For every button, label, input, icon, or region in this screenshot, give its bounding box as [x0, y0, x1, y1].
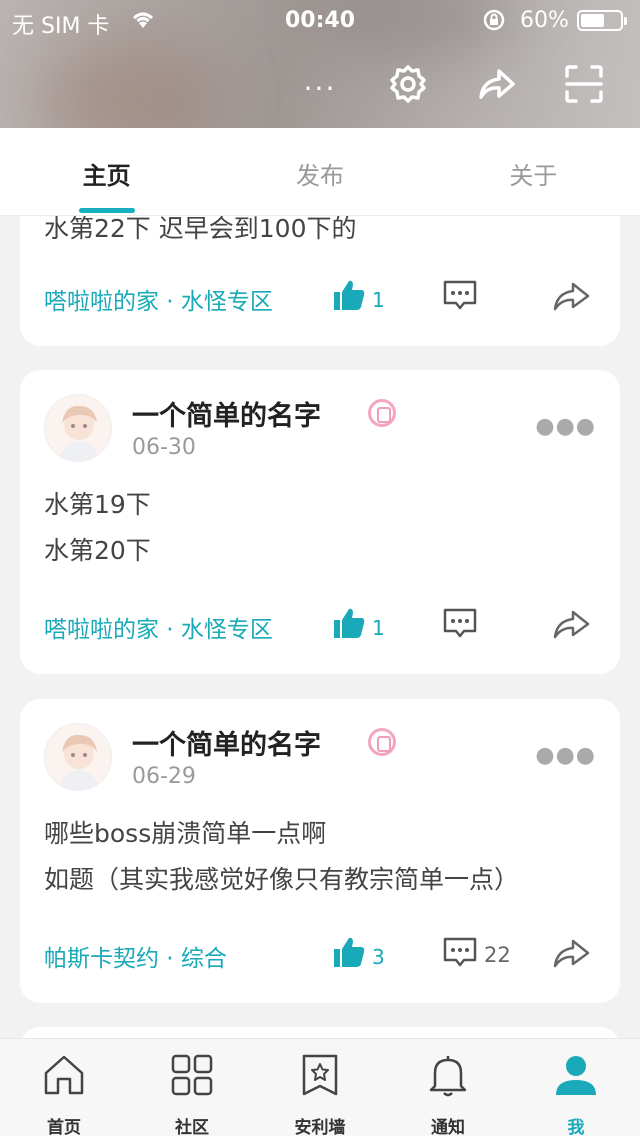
- header-background-blur: [40, 40, 220, 128]
- like-button[interactable]: 1: [332, 606, 412, 646]
- bookmark-star-icon: [302, 1054, 338, 1096]
- tab-label: 关于: [509, 162, 558, 190]
- status-bar: 无 SIM 卡 00:40 60%: [0, 0, 640, 40]
- tab-home[interactable]: 主页: [0, 128, 213, 215]
- comment-icon: [443, 937, 477, 967]
- post-community-tags[interactable]: 嗒啦啦的家 · 水怪专区: [44, 282, 273, 316]
- post-more-button[interactable]: ●●●: [535, 743, 596, 768]
- post-footer: 帕斯卡契约 · 综合 3 22: [44, 931, 604, 979]
- post-content: 水第19下 水第20下: [44, 482, 151, 574]
- share-arrow-icon: [553, 610, 590, 639]
- nav-label: 首页: [47, 1118, 81, 1136]
- nav-notifications[interactable]: 通知: [384, 1039, 512, 1136]
- nav-community[interactable]: 社区: [128, 1039, 256, 1136]
- post-text-line: 水第19下: [44, 490, 151, 519]
- comment-icon: [443, 608, 477, 638]
- post-community-tags[interactable]: 嗒啦啦的家 · 水怪专区: [44, 610, 273, 644]
- tab-posts[interactable]: 发布: [213, 128, 426, 215]
- person-icon: [556, 1056, 596, 1095]
- post-content: 水第22下 迟早会到100下的: [44, 216, 356, 252]
- share-profile-button[interactable]: [472, 60, 520, 108]
- gear-icon: [390, 65, 426, 103]
- active-tab-indicator: [78, 208, 135, 213]
- like-button[interactable]: 3: [332, 935, 412, 975]
- post-header: 一个简单的名字 06-30 ●●●: [44, 392, 604, 462]
- post-more-button[interactable]: ●●●: [535, 414, 596, 439]
- like-count: 1: [372, 616, 385, 640]
- comment-button[interactable]: [442, 278, 542, 318]
- grid-icon: [171, 1054, 213, 1096]
- comment-count: 22: [484, 943, 511, 967]
- comment-button[interactable]: [442, 606, 542, 646]
- post-feed[interactable]: 水第22下 迟早会到100下的 嗒啦啦的家 · 水怪专区 1 一个简单的名字 0…: [0, 216, 640, 1038]
- avatar[interactable]: [44, 394, 112, 462]
- thumbs-up-icon: [334, 608, 365, 638]
- like-button[interactable]: 1: [332, 278, 412, 318]
- user-badge-icon: [368, 728, 396, 756]
- avatar[interactable]: [44, 723, 112, 791]
- post-footer: 嗒啦啦的家 · 水怪专区 1: [44, 602, 604, 650]
- nav-me[interactable]: 我: [512, 1039, 640, 1136]
- post-text-line: 哪些boss崩溃简单一点啊: [44, 819, 327, 848]
- nav-home[interactable]: 首页: [0, 1039, 128, 1136]
- thumbs-up-icon: [334, 937, 365, 967]
- profile-tabs: 主页 发布 关于: [0, 128, 640, 216]
- post-community-tags[interactable]: 帕斯卡契约 · 综合: [44, 939, 227, 973]
- scan-icon: [565, 65, 603, 103]
- scan-button[interactable]: [560, 60, 608, 108]
- tab-about[interactable]: 关于: [427, 128, 640, 215]
- tab-label: 发布: [295, 162, 344, 190]
- post-card[interactable]: [20, 1027, 620, 1038]
- nav-label: 安利墙: [294, 1118, 346, 1136]
- nav-label: 通知: [431, 1118, 465, 1136]
- post-card[interactable]: 一个简单的名字 06-30 ●●● 水第19下 水第20下 嗒啦啦的家 · 水怪…: [20, 370, 620, 674]
- share-button[interactable]: [552, 276, 592, 316]
- profile-header: 无 SIM 卡 00:40 60% ···: [0, 0, 640, 128]
- post-text-line: 水第22下 迟早会到100下的: [44, 216, 357, 243]
- post-date: 06-30: [132, 435, 196, 460]
- battery-icon: [577, 10, 627, 31]
- post-header: 一个简单的名字 06-29 ●●●: [44, 721, 604, 791]
- share-arrow-icon: [553, 282, 590, 311]
- like-count: 1: [372, 288, 385, 312]
- post-card[interactable]: 水第22下 迟早会到100下的 嗒啦啦的家 · 水怪专区 1: [20, 216, 620, 346]
- post-date: 06-29: [132, 764, 196, 789]
- post-text-line: 如题（其实我感觉好像只有教宗简单一点）: [44, 865, 520, 894]
- battery-percent: 60%: [520, 8, 569, 33]
- thumbs-up-icon: [334, 280, 365, 310]
- like-count: 3: [372, 945, 385, 969]
- comment-button[interactable]: 22: [442, 935, 542, 975]
- share-arrow-icon: [479, 69, 515, 99]
- share-arrow-icon: [553, 939, 590, 968]
- comment-icon: [443, 280, 477, 310]
- post-footer: 嗒啦啦的家 · 水怪专区 1: [44, 274, 604, 322]
- tab-label: 主页: [82, 162, 131, 190]
- home-icon: [44, 1055, 84, 1095]
- nav-recommend-wall[interactable]: 安利墙: [256, 1039, 384, 1136]
- nav-label: 社区: [175, 1118, 209, 1136]
- nav-label: 我: [567, 1118, 585, 1136]
- post-card[interactable]: 一个简单的名字 06-29 ●●● 哪些boss崩溃简单一点啊 如题（其实我感觉…: [20, 699, 620, 1003]
- user-badge-icon: [368, 399, 396, 427]
- author-name[interactable]: 一个简单的名字: [132, 394, 321, 433]
- rotation-lock-icon: [482, 8, 506, 38]
- author-name[interactable]: 一个简单的名字: [132, 723, 321, 762]
- post-text-line: 水第20下: [44, 536, 151, 565]
- settings-button[interactable]: [384, 60, 432, 108]
- bottom-navigation: 首页 社区 安利墙 通知 我: [0, 1038, 640, 1136]
- share-button[interactable]: [552, 933, 592, 973]
- share-button[interactable]: [552, 604, 592, 644]
- bell-icon: [429, 1056, 467, 1097]
- more-options-button[interactable]: ···: [296, 64, 344, 112]
- post-content: 哪些boss崩溃简单一点啊 如题（其实我感觉好像只有教宗简单一点）: [44, 811, 519, 903]
